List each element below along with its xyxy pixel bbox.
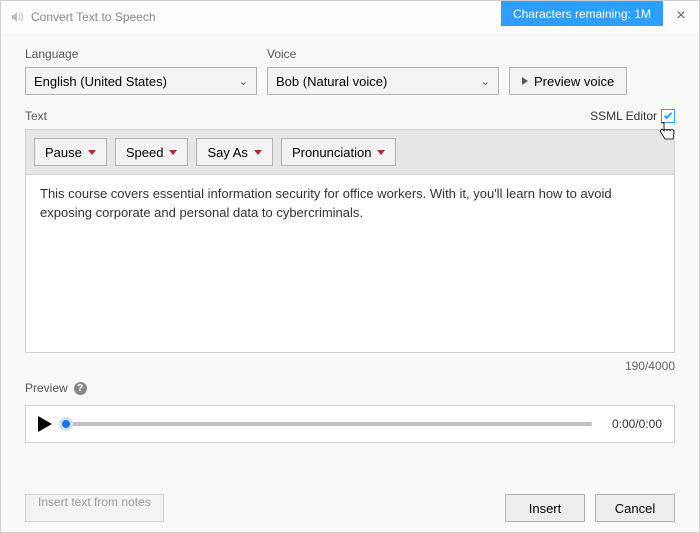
preview-label: Preview xyxy=(25,381,68,395)
language-select[interactable]: English (United States) ⌄ xyxy=(25,67,257,95)
dialog-body: Language English (United States) ⌄ Voice… xyxy=(1,33,699,532)
insert-button[interactable]: Insert xyxy=(505,494,585,522)
footer: Insert text from notes Insert Cancel xyxy=(25,480,675,522)
dropdown-icon xyxy=(169,150,177,155)
dropdown-icon xyxy=(254,150,262,155)
ssml-editor-label: SSML Editor xyxy=(590,109,657,123)
seek-thumb[interactable] xyxy=(59,417,73,431)
language-label: Language xyxy=(25,47,257,61)
speed-button[interactable]: Speed xyxy=(115,138,189,166)
close-icon[interactable]: × xyxy=(671,7,691,27)
language-value: English (United States) xyxy=(34,74,167,89)
play-button[interactable] xyxy=(38,416,52,432)
dropdown-icon xyxy=(88,150,96,155)
chevron-down-icon: ⌄ xyxy=(239,75,248,88)
ssml-checkbox[interactable] xyxy=(661,109,675,123)
tts-dialog: Convert Text to Speech Characters remain… xyxy=(0,0,700,533)
text-content: This course covers essential information… xyxy=(40,186,612,220)
ssml-toolbar: Pause Speed Say As Pronunciation xyxy=(26,130,674,174)
character-counter: 190/4000 xyxy=(25,359,675,373)
say-as-button[interactable]: Say As xyxy=(196,138,272,166)
cursor-hand-icon xyxy=(658,122,676,147)
preview-voice-button[interactable]: Preview voice xyxy=(509,67,627,95)
voice-label: Voice xyxy=(267,47,499,61)
characters-remaining-pill: Characters remaining: 1M xyxy=(501,1,663,26)
audio-player: 0:00/0:00 xyxy=(25,405,675,443)
ssml-editor-toggle[interactable]: SSML Editor xyxy=(590,109,675,123)
insert-from-notes-button[interactable]: Insert text from notes xyxy=(25,494,164,522)
text-input[interactable]: This course covers essential information… xyxy=(26,174,674,352)
dropdown-icon xyxy=(377,150,385,155)
speaker-icon xyxy=(11,10,25,24)
cancel-button[interactable]: Cancel xyxy=(595,494,675,522)
play-icon xyxy=(522,77,528,85)
titlebar: Convert Text to Speech Characters remain… xyxy=(1,1,699,33)
help-icon[interactable]: ? xyxy=(74,382,87,395)
preview-voice-label: Preview voice xyxy=(534,74,614,89)
text-label: Text xyxy=(25,109,47,123)
chevron-down-icon: ⌄ xyxy=(481,75,490,88)
pronunciation-button[interactable]: Pronunciation xyxy=(281,138,397,166)
dialog-title: Convert Text to Speech xyxy=(31,10,156,24)
pause-button[interactable]: Pause xyxy=(34,138,107,166)
editor-area: Pause Speed Say As Pronunciation This co… xyxy=(25,129,675,353)
voice-value: Bob (Natural voice) xyxy=(276,74,387,89)
time-display: 0:00/0:00 xyxy=(612,417,662,431)
seek-track[interactable] xyxy=(66,422,592,426)
voice-select[interactable]: Bob (Natural voice) ⌄ xyxy=(267,67,499,95)
